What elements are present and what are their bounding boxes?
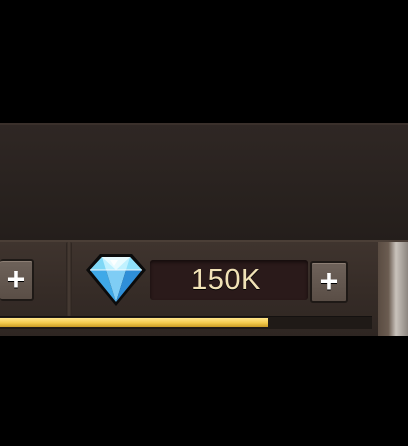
add-gems-button[interactable]: + bbox=[310, 261, 348, 303]
resource-divider bbox=[66, 242, 72, 316]
add-left-resource-button[interactable]: + bbox=[0, 259, 34, 301]
panel-right-edge bbox=[378, 242, 408, 338]
diamond-icon bbox=[86, 254, 146, 306]
progress-bar bbox=[0, 316, 372, 329]
plus-icon: + bbox=[319, 262, 339, 299]
bottom-area bbox=[0, 336, 408, 446]
progress-bar-fill bbox=[0, 318, 268, 327]
top-banner-panel bbox=[0, 123, 408, 242]
plus-icon: + bbox=[6, 260, 26, 297]
gem-count: 150K bbox=[191, 263, 261, 296]
game-screen: + 150K + bbox=[0, 0, 408, 446]
